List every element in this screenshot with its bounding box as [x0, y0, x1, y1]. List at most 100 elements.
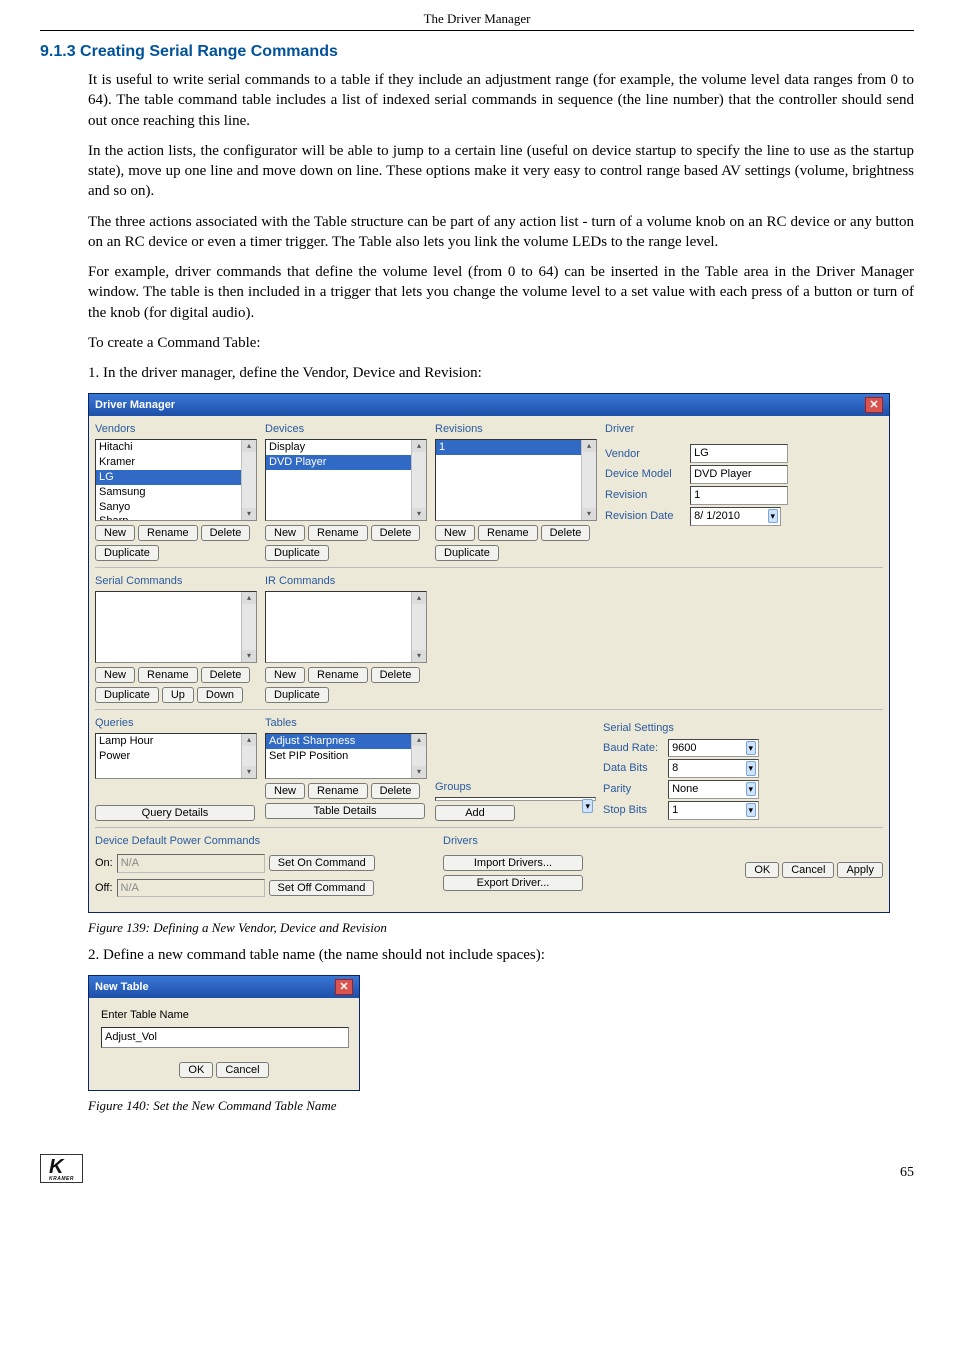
data-bits-dropdown[interactable]: 8 — [668, 759, 759, 778]
duplicate-button[interactable]: Duplicate — [265, 687, 329, 703]
list-item[interactable]: 1 — [436, 440, 596, 455]
device-model-field[interactable]: DVD Player — [690, 465, 788, 484]
serial-settings-label: Serial Settings — [603, 721, 883, 736]
new-button[interactable]: New — [265, 525, 305, 541]
scrollbar[interactable]: ▴▾ — [241, 440, 256, 520]
scroll-down-icon[interactable]: ▾ — [412, 766, 426, 778]
scroll-up-icon[interactable]: ▴ — [242, 440, 256, 452]
off-label: Off: — [95, 881, 113, 896]
rename-button[interactable]: Rename — [308, 667, 368, 683]
paragraph: It is useful to write serial commands to… — [88, 70, 914, 131]
close-icon[interactable]: ✕ — [865, 397, 883, 413]
list-item[interactable]: Hitachi — [96, 440, 256, 455]
new-button[interactable]: New — [435, 525, 475, 541]
duplicate-button[interactable]: Duplicate — [265, 545, 329, 561]
delete-button[interactable]: Delete — [371, 783, 421, 799]
queries-listbox[interactable]: Lamp Hour Power ▴▾ — [95, 733, 257, 779]
list-item[interactable]: Lamp Hour — [96, 734, 256, 749]
list-item[interactable]: Display — [266, 440, 426, 455]
scrollbar[interactable]: ▴▾ — [241, 592, 256, 662]
vendor-field[interactable]: LG — [690, 444, 788, 463]
window-title: New Table — [95, 980, 149, 995]
baud-rate-label: Baud Rate: — [603, 741, 665, 756]
delete-button[interactable]: Delete — [201, 667, 251, 683]
scroll-up-icon[interactable]: ▴ — [412, 734, 426, 746]
revisions-listbox[interactable]: 1 ▴▾ — [435, 439, 597, 521]
scroll-down-icon[interactable]: ▾ — [242, 766, 256, 778]
list-item[interactable]: Samsung — [96, 485, 256, 500]
ok-button[interactable]: OK — [179, 1062, 213, 1078]
data-bits-label: Data Bits — [603, 761, 665, 776]
list-item[interactable]: Power — [96, 749, 256, 764]
scroll-up-icon[interactable]: ▴ — [412, 440, 426, 452]
delete-button[interactable]: Delete — [541, 525, 591, 541]
new-button[interactable]: New — [95, 667, 135, 683]
list-item[interactable]: Kramer — [96, 455, 256, 470]
scrollbar[interactable]: ▴▾ — [411, 440, 426, 520]
scroll-down-icon[interactable]: ▾ — [412, 508, 426, 520]
new-button[interactable]: New — [265, 783, 305, 799]
add-button[interactable]: Add — [435, 805, 515, 821]
export-driver-button[interactable]: Export Driver... — [443, 875, 583, 891]
duplicate-button[interactable]: Duplicate — [435, 545, 499, 561]
revision-date-dropdown[interactable]: 8/ 1/2010 — [690, 507, 781, 526]
parity-dropdown[interactable]: None — [668, 780, 759, 799]
scroll-up-icon[interactable]: ▴ — [582, 440, 596, 452]
set-on-command-button[interactable]: Set On Command — [269, 855, 375, 871]
query-details-button[interactable]: Query Details — [95, 805, 255, 821]
list-item[interactable]: Sharp — [96, 514, 256, 521]
scroll-up-icon[interactable]: ▴ — [412, 592, 426, 604]
baud-rate-dropdown[interactable]: 9600 — [668, 739, 759, 758]
titlebar: New Table ✕ — [89, 976, 359, 998]
delete-button[interactable]: Delete — [201, 525, 251, 541]
scroll-up-icon[interactable]: ▴ — [242, 592, 256, 604]
scroll-down-icon[interactable]: ▾ — [242, 650, 256, 662]
rename-button[interactable]: Rename — [308, 783, 368, 799]
scrollbar[interactable]: ▴▾ — [581, 440, 596, 520]
tables-listbox[interactable]: Adjust Sharpness Set PIP Position ▴▾ — [265, 733, 427, 779]
scroll-down-icon[interactable]: ▾ — [242, 508, 256, 520]
list-item[interactable]: Set PIP Position — [266, 749, 426, 764]
list-item[interactable]: Sanyo — [96, 500, 256, 515]
duplicate-button[interactable]: Duplicate — [95, 545, 159, 561]
ir-commands-listbox[interactable]: ▴▾ — [265, 591, 427, 663]
scroll-down-icon[interactable]: ▾ — [582, 508, 596, 520]
scroll-up-icon[interactable]: ▴ — [242, 734, 256, 746]
scroll-down-icon[interactable]: ▾ — [412, 650, 426, 662]
delete-button[interactable]: Delete — [371, 667, 421, 683]
set-off-command-button[interactable]: Set Off Command — [269, 880, 375, 896]
cancel-button[interactable]: Cancel — [782, 862, 834, 878]
new-button[interactable]: New — [95, 525, 135, 541]
scrollbar[interactable]: ▴▾ — [241, 734, 256, 778]
groups-dropdown[interactable] — [435, 797, 596, 801]
rename-button[interactable]: Rename — [138, 667, 198, 683]
list-item[interactable]: Adjust Sharpness — [266, 734, 426, 749]
rename-button[interactable]: Rename — [308, 525, 368, 541]
scrollbar[interactable]: ▴▾ — [411, 592, 426, 662]
import-drivers-button[interactable]: Import Drivers... — [443, 855, 583, 871]
stop-bits-dropdown[interactable]: 1 — [668, 801, 759, 820]
table-details-button[interactable]: Table Details — [265, 803, 425, 819]
drivers-label: Drivers — [443, 834, 643, 849]
vendors-listbox[interactable]: Hitachi Kramer LG Samsung Sanyo Sharp So… — [95, 439, 257, 521]
scrollbar[interactable]: ▴▾ — [411, 734, 426, 778]
list-item[interactable]: DVD Player — [266, 455, 426, 470]
ok-button[interactable]: OK — [745, 862, 779, 878]
table-name-input[interactable]: Adjust_Vol — [101, 1027, 349, 1048]
figure-caption: Figure 139: Defining a New Vendor, Devic… — [88, 919, 914, 937]
paragraph: In the action lists, the configurator wi… — [88, 141, 914, 202]
serial-commands-listbox[interactable]: ▴▾ — [95, 591, 257, 663]
duplicate-button[interactable]: Duplicate — [95, 687, 159, 703]
revision-field[interactable]: 1 — [690, 486, 788, 505]
apply-button[interactable]: Apply — [837, 862, 883, 878]
new-button[interactable]: New — [265, 667, 305, 683]
up-button[interactable]: Up — [162, 687, 194, 703]
cancel-button[interactable]: Cancel — [216, 1062, 268, 1078]
rename-button[interactable]: Rename — [138, 525, 198, 541]
rename-button[interactable]: Rename — [478, 525, 538, 541]
down-button[interactable]: Down — [197, 687, 243, 703]
close-icon[interactable]: ✕ — [335, 979, 353, 995]
devices-listbox[interactable]: Display DVD Player ▴▾ — [265, 439, 427, 521]
delete-button[interactable]: Delete — [371, 525, 421, 541]
list-item[interactable]: LG — [96, 470, 256, 485]
